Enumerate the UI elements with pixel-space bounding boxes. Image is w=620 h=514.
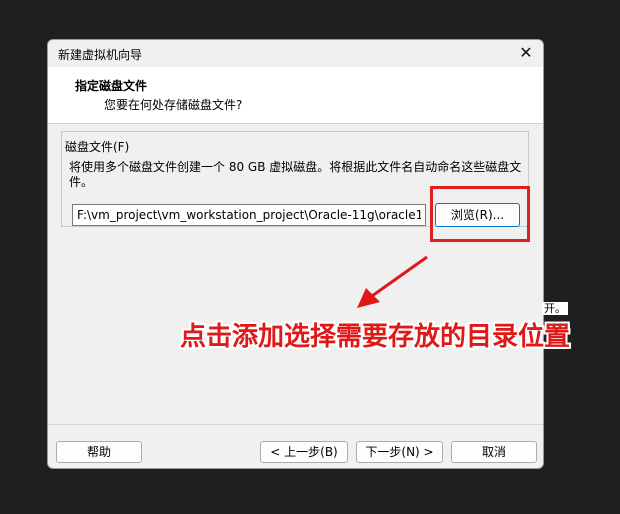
- annotation-arrow-icon: [357, 255, 428, 308]
- annotation-text: 点击添加选择需要存放的目录位置: [180, 322, 571, 352]
